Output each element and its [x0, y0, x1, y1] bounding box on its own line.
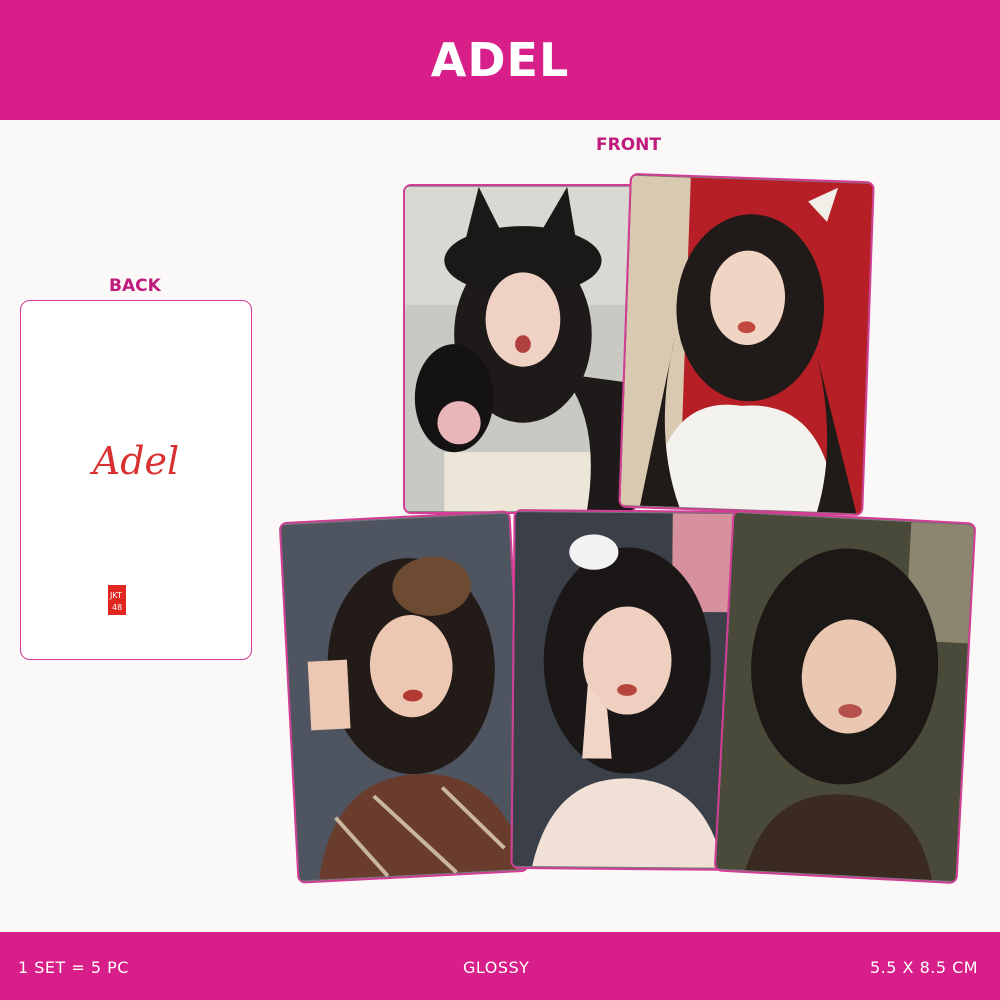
portrait-photo-1	[405, 186, 634, 512]
photocard-5[interactable]	[713, 509, 977, 885]
size-text: 5.5 X 8.5 CM	[870, 958, 979, 977]
jkt48-logo-icon: JKT 48	[108, 585, 126, 615]
set-count-text: 1 SET = 5 PC	[18, 958, 129, 977]
portrait-photo-5	[715, 512, 975, 882]
footer-banner: 1 SET = 5 PC GLOSSY 5.5 X 8.5 CM	[0, 932, 1000, 1000]
front-label: FRONT	[596, 135, 661, 155]
product-title: ADEL	[430, 33, 570, 87]
finish-text: GLOSSY	[463, 958, 530, 977]
photocard-3[interactable]	[278, 510, 530, 884]
signature-text: Adel	[92, 439, 180, 483]
svg-text:48: 48	[112, 603, 122, 612]
svg-text:JKT: JKT	[109, 591, 122, 600]
photocard-4[interactable]	[510, 508, 746, 872]
photocard-2[interactable]	[618, 172, 875, 517]
back-card: Adel JKT 48	[20, 300, 252, 660]
portrait-photo-4	[512, 512, 744, 868]
back-label: BACK	[109, 276, 161, 296]
photocard-1[interactable]	[403, 184, 636, 514]
header-banner: ADEL	[0, 0, 1000, 120]
portrait-photo-3	[280, 513, 528, 881]
portrait-photo-2	[620, 175, 873, 514]
